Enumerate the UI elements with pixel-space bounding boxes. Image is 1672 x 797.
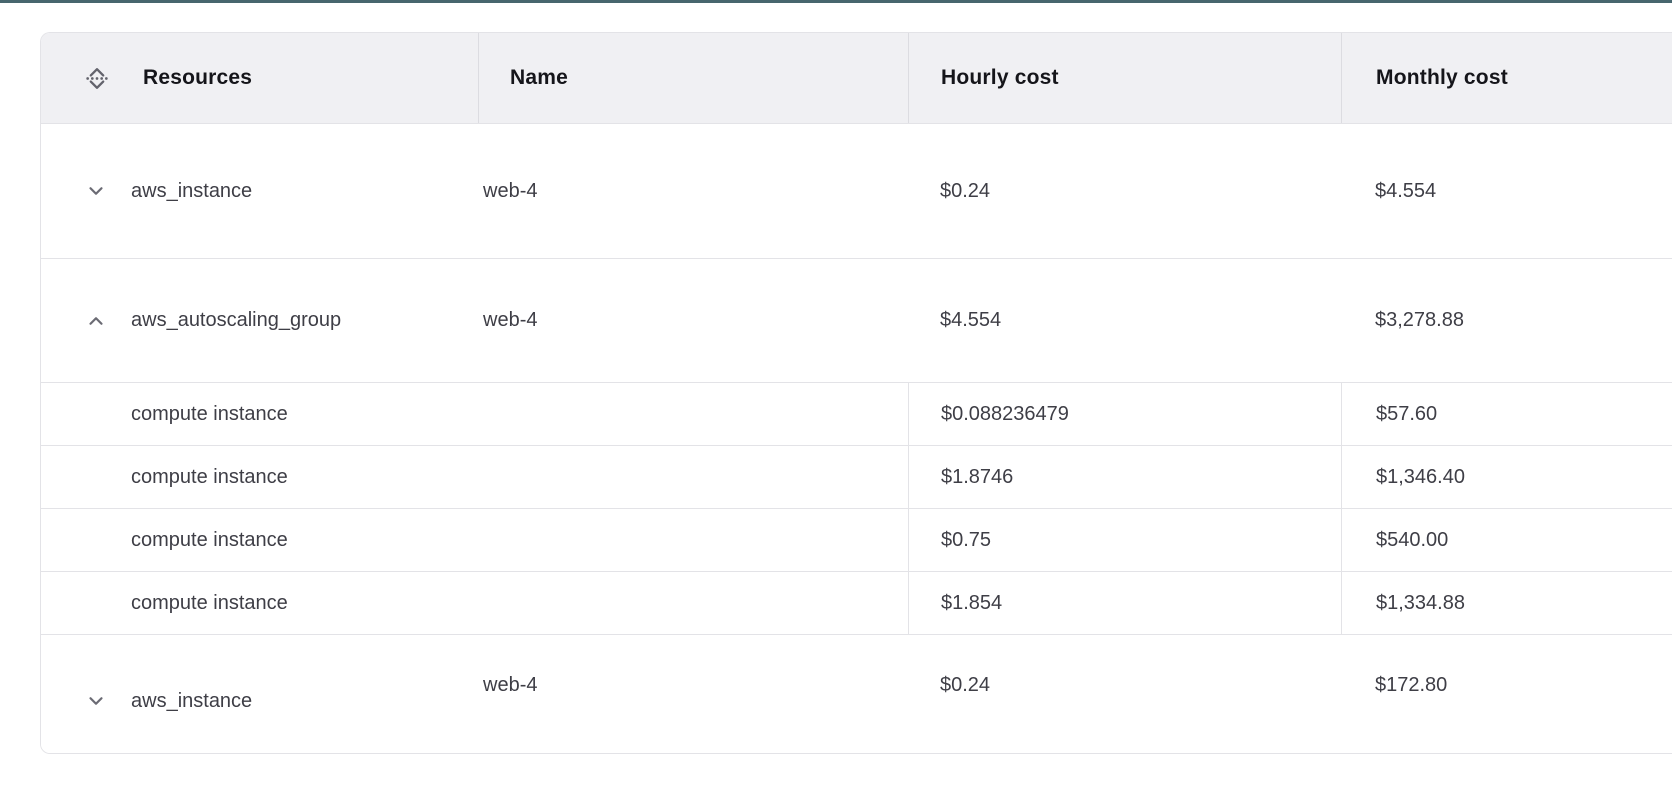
resource-type-label: aws_instance [131,690,252,713]
column-header-label-name: Name [510,66,568,90]
hourly-cost-cell: $1.8746 [908,446,1341,508]
name-cell: web-4 [478,259,908,382]
hourly-cost-cell: $0.088236479 [908,383,1341,445]
chevron-up-icon[interactable] [85,310,107,332]
hourly-cost-cell: $1.854 [908,572,1341,634]
name-cell: web-4 [478,124,908,258]
top-accent-bar [0,0,1672,3]
resource-type-label: aws_autoscaling_group [131,309,341,332]
column-header-monthly-cost: Monthly cost [1341,33,1672,123]
chevron-down-icon[interactable] [85,180,107,202]
monthly-cost-cell: $540.00 [1341,509,1672,571]
cost-breakdown-table: Resources Name Hourly cost Monthly cost … [40,32,1672,754]
monthly-cost-cell: $57.60 [1341,383,1672,445]
sub-component-row: compute instance $0.088236479 $57.60 [41,383,1672,446]
column-header-label-resources: Resources [143,66,252,90]
monthly-cost-cell: $172.80 [1341,626,1672,744]
resource-cell: aws_autoscaling_group [41,259,478,382]
hourly-cost-cell: $4.554 [908,259,1341,382]
table-body: aws_instance web-4 $0.24 $4.554 aws_auto… [41,124,1672,753]
resource-row[interactable]: aws_instance web-4 $0.24 $4.554 [41,124,1672,259]
column-header-name: Name [478,33,908,123]
sub-component-label: compute instance [41,572,908,634]
expand-all-icon[interactable] [85,65,109,91]
resource-type-label: aws_instance [131,180,252,203]
sub-component-row: compute instance $0.75 $540.00 [41,509,1672,572]
resource-cell: aws_instance [41,124,478,258]
sub-component-row: compute instance $1.8746 $1,346.40 [41,446,1672,509]
hourly-cost-cell: $0.24 [908,124,1341,258]
resource-cell: aws_instance [41,642,478,754]
sub-component-label: compute instance [41,509,908,571]
column-header-label-monthly-cost: Monthly cost [1376,66,1508,90]
monthly-cost-cell: $3,278.88 [1341,259,1672,382]
sub-component-label: compute instance [41,446,908,508]
monthly-cost-cell: $1,334.88 [1341,572,1672,634]
hourly-cost-cell: $0.75 [908,509,1341,571]
column-header-label-hourly-cost: Hourly cost [941,66,1059,90]
resource-row[interactable]: aws_instance web-4 $0.24 $172.80 [41,635,1672,753]
column-header-hourly-cost: Hourly cost [908,33,1341,123]
hourly-cost-cell: $0.24 [908,626,1341,744]
monthly-cost-cell: $4.554 [1341,124,1672,258]
column-header-resources: Resources [41,33,478,123]
name-cell: web-4 [478,626,908,744]
sub-component-label: compute instance [41,383,908,445]
chevron-down-icon[interactable] [85,690,107,712]
resource-row[interactable]: aws_autoscaling_group web-4 $4.554 $3,27… [41,259,1672,383]
monthly-cost-cell: $1,346.40 [1341,446,1672,508]
table-header: Resources Name Hourly cost Monthly cost [41,33,1672,124]
